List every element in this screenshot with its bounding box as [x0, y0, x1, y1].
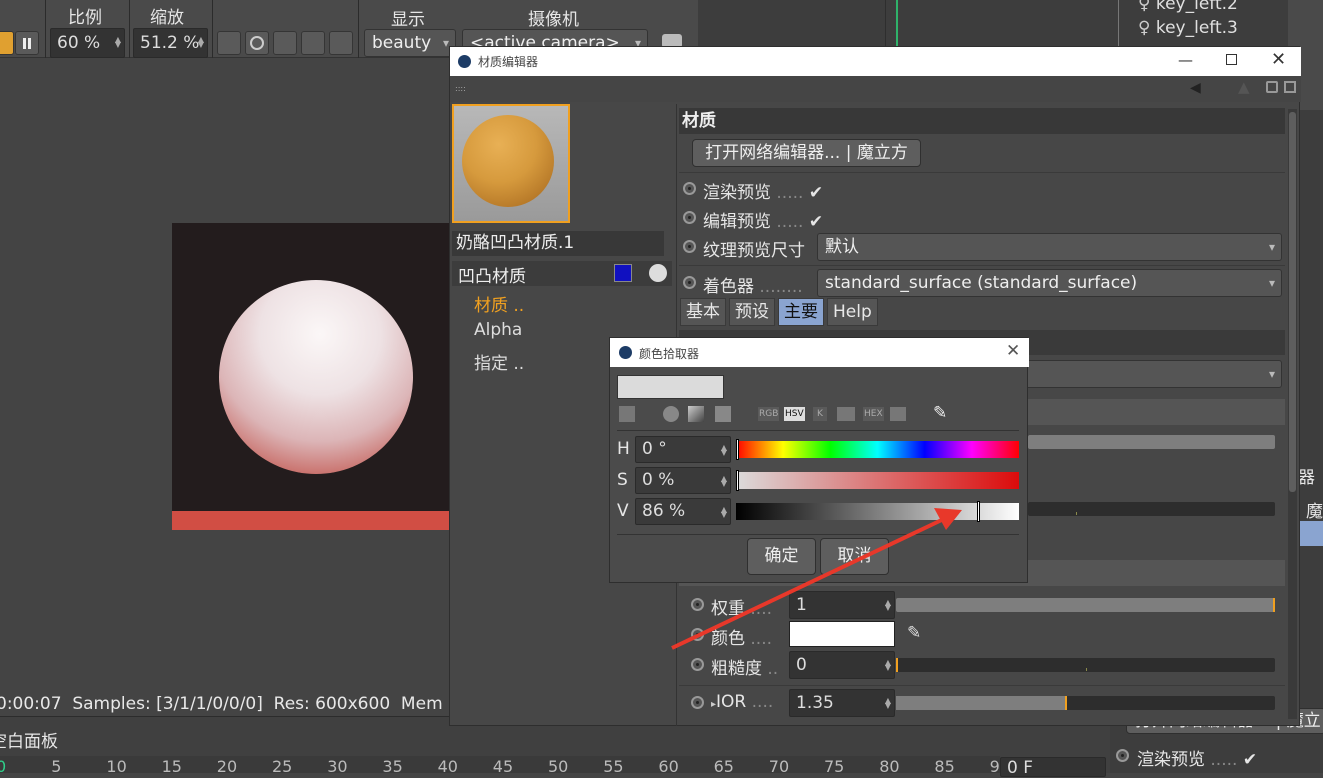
annotation-arrow: [671, 508, 962, 650]
